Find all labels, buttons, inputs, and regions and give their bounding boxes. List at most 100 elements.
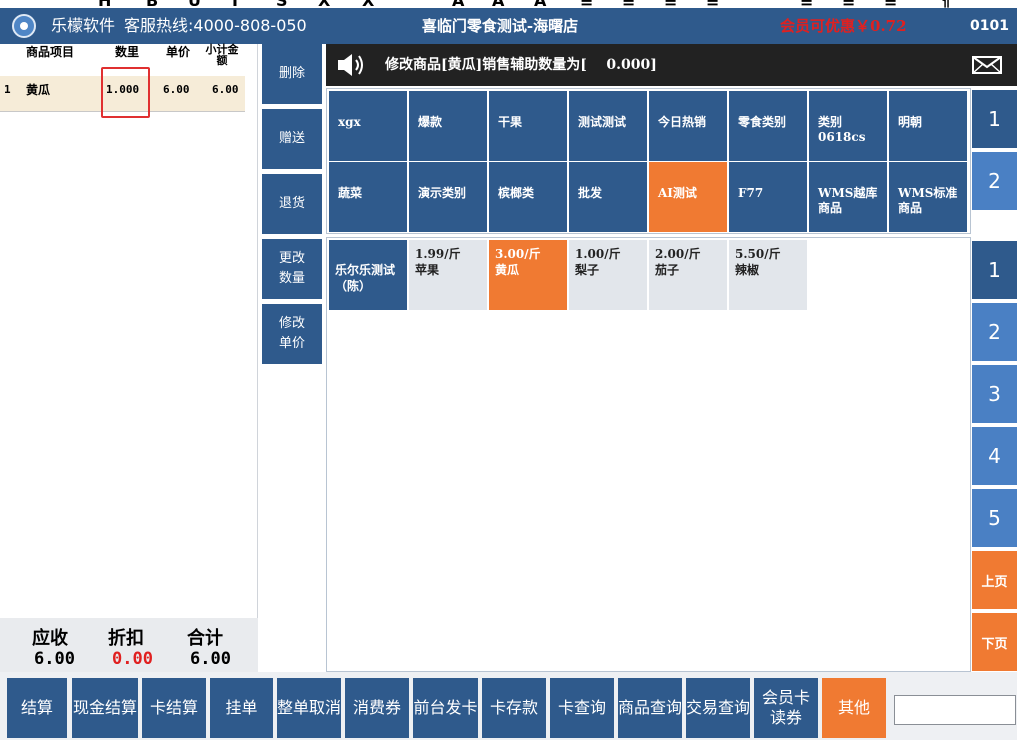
message-text: 修改商品[黄瓜]销售辅助数量为[ 0.000] <box>385 57 657 73</box>
change-qty-button[interactable]: 更改 数量 <box>262 239 322 299</box>
total-value: 6.00 <box>190 649 231 669</box>
category-button[interactable]: 明朝 <box>889 91 967 161</box>
product-page-1[interactable]: 1 <box>972 241 1017 299</box>
category-button[interactable]: F77 <box>729 162 807 232</box>
brand-name: 乐檬软件 <box>51 16 116 35</box>
speaker-icon <box>338 54 363 76</box>
justify-icon: ≡ <box>706 0 719 8</box>
product-query-button[interactable]: 商品查询 <box>618 678 682 738</box>
product-button[interactable]: 2.00/斤 茄子 <box>649 240 727 310</box>
member-discount-text: 会员可优惠￥0.72 <box>780 17 907 35</box>
category-button[interactable]: 槟榔类 <box>489 162 567 232</box>
checkout-button[interactable]: 结算 <box>7 678 67 738</box>
voucher-button[interactable]: 消费券 <box>345 678 409 738</box>
subscript-icon: X <box>318 0 330 8</box>
gift-button[interactable]: 赠送 <box>262 109 322 169</box>
store-title: 喜临门零食测试-海曙店 <box>421 17 579 35</box>
category-button[interactable]: 演示类别 <box>409 162 487 232</box>
total-label: 合计 <box>187 628 223 649</box>
category-button[interactable]: 测试测试 <box>569 91 647 161</box>
product-page-5[interactable]: 5 <box>972 489 1017 547</box>
row-price: 6.00 <box>163 83 190 96</box>
category-button[interactable]: 批发 <box>569 162 647 232</box>
category-button[interactable]: xgx <box>329 91 407 161</box>
align-right-icon: ≡ <box>664 0 677 8</box>
hold-order-button[interactable]: 挂单 <box>210 678 273 738</box>
card-checkout-button[interactable]: 卡结算 <box>142 678 206 738</box>
category-button[interactable]: WMS越库商品 <box>809 162 887 232</box>
product-name: 苹果 <box>415 263 440 277</box>
bold-icon: B <box>146 0 158 8</box>
return-button[interactable]: 退货 <box>262 174 322 234</box>
category-button[interactable]: WMS标准商品 <box>889 162 967 232</box>
receivable-label: 应收 <box>32 628 68 649</box>
change-price-button[interactable]: 修改 单价 <box>262 304 322 364</box>
category-button[interactable]: 类别0618cs <box>809 91 887 161</box>
member-card-voucher-button[interactable]: 会员卡 读券 <box>754 678 818 738</box>
align-left-icon: ≡ <box>580 0 593 8</box>
terminal-number: 0101 <box>970 18 1009 34</box>
totals-panel: 应收 折扣 合计 6.00 0.00 6.00 <box>0 618 258 672</box>
underline-icon: U <box>188 0 201 8</box>
category-button[interactable]: 干果 <box>489 91 567 161</box>
font-color-icon: A <box>452 0 464 8</box>
qty-highlight-box <box>101 67 150 118</box>
category-page-1[interactable]: 1 <box>972 90 1017 148</box>
row-item-name: 黄瓜 <box>26 83 51 97</box>
message-bar: 修改商品[黄瓜]销售辅助数量为[ 0.000] <box>326 44 1017 86</box>
paragraph-icon: ¶ <box>940 0 950 8</box>
product-page-3[interactable]: 3 <box>972 365 1017 423</box>
category-page-2[interactable]: 2 <box>972 152 1017 210</box>
next-page-button[interactable]: 下页 <box>972 613 1017 671</box>
product-name: 茄子 <box>655 263 680 277</box>
mail-icon[interactable] <box>972 56 1002 74</box>
product-price: 1.00/斤 <box>575 247 621 261</box>
product-button[interactable]: 1.99/斤 苹果 <box>409 240 487 310</box>
product-button[interactable]: 1.00/斤 梨子 <box>569 240 647 310</box>
product-name: 梨子 <box>575 263 600 277</box>
transaction-query-button[interactable]: 交易查询 <box>686 678 750 738</box>
row-subtotal: 6.00 <box>212 83 239 96</box>
category-button[interactable]: 爆款 <box>409 91 487 161</box>
product-page-4[interactable]: 4 <box>972 427 1017 485</box>
cancel-order-button[interactable]: 整单取消 <box>277 678 341 738</box>
order-panel: 商品项目 数里 单价 小计金额 1 黄瓜 1.000 6.00 6.00 <box>0 44 258 672</box>
font-size-down-icon: A <box>534 0 546 8</box>
delete-button[interactable]: 删除 <box>262 44 322 104</box>
font-size-up-icon: A <box>492 0 504 8</box>
editor-toolbar-fragment: H B U I S X X A A A ≡ ≡ ≡ ≡ ≡ ≡ ≡ ¶ <box>0 0 1017 8</box>
cash-checkout-button[interactable]: 现金结算 <box>72 678 138 738</box>
column-header-subtotal: 小计金额 <box>205 43 239 67</box>
discount-value: 0.00 <box>112 649 153 669</box>
supplier-button[interactable]: 乐尔乐测试（陈） <box>329 240 407 310</box>
category-button[interactable]: 零食类别 <box>729 91 807 161</box>
list-icon: ≡ <box>884 0 897 8</box>
issue-card-button[interactable]: 前台发卡 <box>413 678 478 738</box>
product-page-2[interactable]: 2 <box>972 303 1017 361</box>
column-header-price: 单价 <box>166 45 191 59</box>
strikethrough-icon: S <box>276 0 288 8</box>
card-deposit-button[interactable]: 卡存款 <box>482 678 546 738</box>
card-query-button[interactable]: 卡查询 <box>550 678 614 738</box>
prev-page-button[interactable]: 上页 <box>972 551 1017 609</box>
category-grid: xgx 爆款 干果 测试测试 今日热销 零食类别 类别0618cs 明朝 蔬菜 … <box>326 88 971 234</box>
align-center-icon: ≡ <box>622 0 635 8</box>
product-button-selected[interactable]: 3.00/斤 黄瓜 <box>489 240 567 310</box>
product-price: 1.99/斤 <box>415 247 461 261</box>
column-header-item: 商品项目 <box>26 45 75 59</box>
list-icon: ≡ <box>800 0 813 8</box>
category-button[interactable]: 蔬菜 <box>329 162 407 232</box>
bold-icon: H <box>98 0 111 8</box>
category-button-selected[interactable]: AI测试 <box>649 162 727 232</box>
product-price: 3.00/斤 <box>495 247 541 261</box>
category-button[interactable]: 今日热销 <box>649 91 727 161</box>
product-grid: 乐尔乐测试（陈） 1.99/斤 苹果 3.00/斤 黄瓜 1.00/斤 梨子 2… <box>326 237 971 672</box>
italic-icon: I <box>232 0 238 8</box>
scan-input[interactable] <box>894 695 1016 725</box>
column-header-qty: 数里 <box>115 45 140 59</box>
superscript-icon: X <box>362 0 374 8</box>
product-button[interactable]: 5.50/斤 辣椒 <box>729 240 807 310</box>
other-button[interactable]: 其他 <box>822 678 886 738</box>
row-index: 1 <box>4 83 11 96</box>
receivable-value: 6.00 <box>34 649 75 669</box>
